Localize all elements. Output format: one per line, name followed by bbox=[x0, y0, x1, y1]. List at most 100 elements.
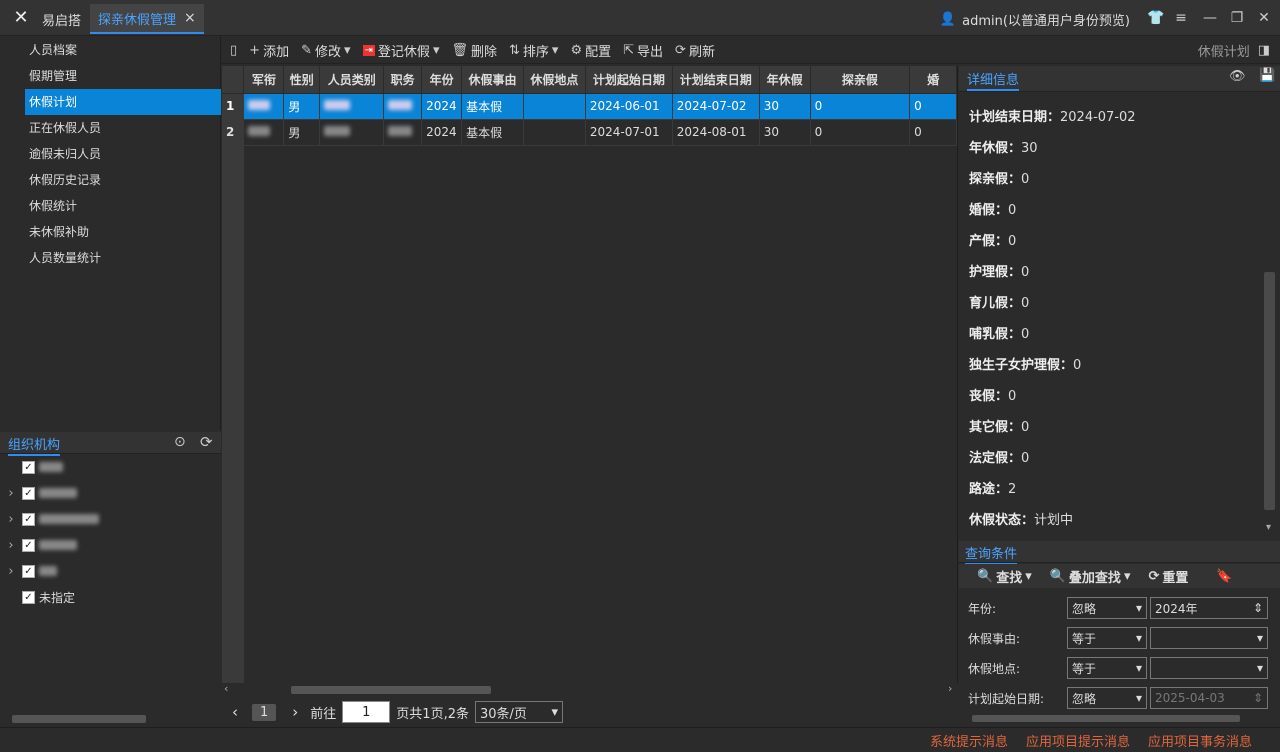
scroll-right-icon[interactable]: › bbox=[948, 682, 952, 695]
checkbox[interactable]: ✓ bbox=[22, 590, 35, 604]
reason-select[interactable]: ▾ bbox=[1150, 627, 1268, 649]
tree-item[interactable]: ✓ 未指定 bbox=[4, 584, 220, 610]
cell-reason: 基本假 bbox=[461, 119, 524, 146]
find-button[interactable]: 🔍 查找 ▾ bbox=[977, 567, 1032, 586]
refresh-icon[interactable]: ⟳ bbox=[200, 433, 213, 451]
skin-icon[interactable]: 👕 bbox=[1146, 8, 1166, 28]
edit-button[interactable]: ✎ 修改 ▾ bbox=[301, 41, 350, 60]
system-messages-link[interactable]: 系统提示消息 bbox=[930, 731, 1008, 750]
detail-scroll-thumb[interactable] bbox=[1264, 272, 1275, 510]
refresh-button[interactable]: ⟳ 刷新 bbox=[675, 41, 715, 60]
col-header[interactable]: 年份 bbox=[421, 66, 463, 94]
col-header[interactable]: 职务 bbox=[383, 66, 423, 94]
sidebar-item-history[interactable]: 休假历史记录 bbox=[25, 167, 221, 193]
chevron-right-icon[interactable]: › bbox=[4, 512, 18, 527]
prev-page-icon[interactable]: ‹ bbox=[232, 703, 238, 721]
operator-select[interactable]: 等于 ▾ bbox=[1067, 627, 1147, 649]
sidebar-item-overdue[interactable]: 逾假未归人员 bbox=[25, 141, 221, 167]
table-row[interactable]: 2 男 2024 基本假 2024-07-01 2024-08-01 30 0 … bbox=[222, 119, 957, 146]
cell-family: 0 bbox=[810, 119, 911, 146]
export-button[interactable]: ⇱ 导出 bbox=[623, 41, 663, 60]
page-size-select[interactable]: 30条/页 ▾ bbox=[474, 701, 563, 723]
scroll-thumb[interactable] bbox=[291, 686, 491, 694]
chevron-right-icon[interactable]: › bbox=[4, 538, 18, 553]
eye-icon[interactable]: 👁 bbox=[1229, 69, 1246, 84]
col-header[interactable]: 休假事由 bbox=[461, 66, 524, 94]
operator-select[interactable]: 忽略 ▾ bbox=[1067, 687, 1147, 709]
minimize-icon[interactable]: — bbox=[1200, 8, 1220, 28]
sidebar-item-personnel[interactable]: 人员档案 bbox=[25, 37, 221, 63]
table-row[interactable]: 1 男 2024 基本假 2024-06-01 2024-07-02 30 0 … bbox=[222, 93, 957, 120]
org-hscroll[interactable] bbox=[0, 712, 221, 726]
goto-input[interactable]: 1 bbox=[342, 701, 391, 723]
tree-item[interactable]: › ✓ bbox=[4, 558, 220, 584]
scroll-down-icon[interactable]: ▾ bbox=[1266, 522, 1271, 533]
detail-field: 探亲假：0 bbox=[969, 172, 1030, 187]
restore-icon[interactable]: ❐ bbox=[1227, 8, 1247, 28]
query-row-start-date: 计划起始日期: 忽略 ▾ 2025-04-03 ⇕ bbox=[959, 683, 1269, 713]
check-all-icon[interactable]: ⊙ bbox=[174, 434, 186, 450]
user-info[interactable]: 👤 admin(以普通用户身份预览) bbox=[940, 10, 1130, 29]
chevron-right-icon[interactable]: › bbox=[4, 564, 18, 579]
tree-item[interactable]: › ✓ bbox=[4, 532, 220, 558]
cell-annual: 30 bbox=[759, 119, 811, 146]
year-input[interactable]: 2024年 ⇕ bbox=[1150, 597, 1268, 619]
tree-item[interactable]: ✓ bbox=[4, 454, 220, 480]
add-find-button[interactable]: 🔍 叠加查找 ▾ bbox=[1050, 567, 1131, 586]
place-select[interactable]: ▾ bbox=[1150, 657, 1268, 679]
checkbox[interactable]: ✓ bbox=[22, 486, 35, 500]
col-header[interactable]: 休假地点 bbox=[523, 66, 586, 94]
sidebar-item-leave-mgmt[interactable]: 假期管理 bbox=[25, 63, 221, 89]
col-header[interactable]: 计划起始日期 bbox=[585, 66, 673, 94]
app-affairs-link[interactable]: 应用项目事务消息 bbox=[1148, 731, 1252, 750]
operator-select[interactable]: 忽略 ▾ bbox=[1067, 597, 1147, 619]
detail-field: 休假状态：计划中 bbox=[969, 513, 1074, 528]
scroll-left-icon[interactable]: ‹ bbox=[224, 682, 228, 695]
menu-icon[interactable]: ≡ bbox=[1171, 8, 1191, 28]
toggle-detail-icon[interactable]: ◨ bbox=[1258, 43, 1270, 58]
tree-item[interactable]: › ✓ bbox=[4, 480, 220, 506]
sort-button[interactable]: ⇅ 排序 ▾ bbox=[509, 41, 558, 60]
cell-reason: 基本假 bbox=[461, 93, 524, 120]
next-page-icon[interactable]: › bbox=[292, 703, 298, 721]
sidebar-item-on-leave[interactable]: 正在休假人员 bbox=[25, 115, 221, 141]
col-header[interactable]: 性别 bbox=[283, 66, 321, 94]
register-leave-button[interactable]: ⇥ 登记休假 ▾ bbox=[362, 41, 439, 60]
sidebar-item-leave-plan[interactable]: 休假计划 bbox=[25, 89, 221, 115]
sidebar-item-headcount[interactable]: 人员数量统计 bbox=[25, 245, 221, 271]
toggle-sidebar-icon[interactable]: ▯ bbox=[230, 43, 237, 58]
page-number[interactable]: 1 bbox=[252, 703, 277, 721]
col-header[interactable]: 计划结束日期 bbox=[672, 66, 760, 94]
reset-button[interactable]: ⟳ 重置 bbox=[1148, 567, 1188, 586]
tab-title: 探亲休假管理 bbox=[98, 12, 177, 28]
checkbox[interactable]: ✓ bbox=[22, 460, 35, 474]
checkbox[interactable]: ✓ bbox=[22, 538, 35, 552]
sidebar-item-stats[interactable]: 休假统计 bbox=[25, 193, 221, 219]
app-messages-link[interactable]: 应用项目提示消息 bbox=[1026, 731, 1130, 750]
delete-button[interactable]: 🗑 删除 bbox=[451, 41, 497, 60]
tab-close-icon[interactable]: × bbox=[184, 10, 196, 26]
chevron-right-icon[interactable]: › bbox=[4, 486, 18, 501]
sidebar-item-subsidy[interactable]: 未休假补助 bbox=[25, 219, 221, 245]
config-button[interactable]: ⚙ 配置 bbox=[570, 41, 611, 60]
query-hscroll[interactable] bbox=[966, 713, 1244, 723]
grid-hscroll[interactable]: ‹ › bbox=[222, 682, 958, 697]
checkbox[interactable]: ✓ bbox=[22, 512, 35, 526]
col-header[interactable]: 年休假 bbox=[759, 66, 811, 94]
detail-panel: 计划结束日期：2024-07-02 年休假：30 探亲假：0 婚假：0 产假：0… bbox=[959, 94, 1261, 540]
col-header[interactable]: 人员类别 bbox=[319, 66, 385, 94]
col-header[interactable]: 婚 bbox=[909, 66, 957, 94]
cell-place bbox=[523, 119, 586, 146]
operator-select[interactable]: 等于 ▾ bbox=[1067, 657, 1147, 679]
start-date-input[interactable]: 2025-04-03 ⇕ bbox=[1150, 687, 1268, 709]
close-icon[interactable]: ✕ bbox=[1254, 8, 1274, 28]
checkbox[interactable]: ✓ bbox=[22, 564, 35, 578]
bookmark-icon[interactable]: 🔖 bbox=[1216, 569, 1232, 584]
detail-field: 产假：0 bbox=[969, 234, 1017, 249]
tab-active[interactable]: 探亲休假管理 × bbox=[90, 4, 204, 34]
save-icon[interactable]: 💾 bbox=[1259, 68, 1275, 83]
tree-item[interactable]: › ✓ bbox=[4, 506, 220, 532]
col-header[interactable]: 探亲假 bbox=[810, 66, 911, 94]
col-header[interactable]: 军衔 bbox=[243, 66, 285, 94]
add-button[interactable]: + 添加 bbox=[249, 41, 289, 60]
